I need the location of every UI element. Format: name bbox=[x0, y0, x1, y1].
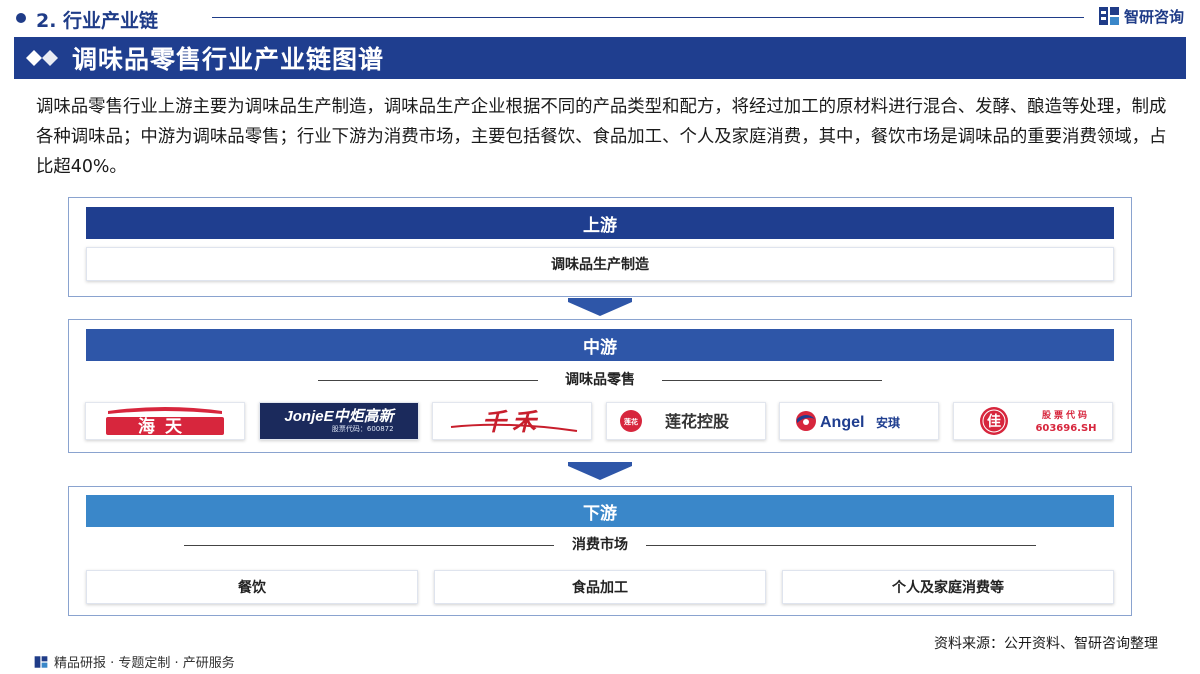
logo-angel: Angel 安琪 bbox=[779, 402, 939, 440]
downstream-panel: 下游 消费市场 餐饮 食品加工 个人及家庭消费等 bbox=[68, 486, 1132, 616]
logo-jialong-seal: 佳 bbox=[987, 413, 1001, 430]
downstream-sub-label: 消费市场 bbox=[86, 535, 1114, 555]
angel-logo-icon: Angel 安琪 bbox=[796, 411, 900, 431]
logo-haitian-text: 海天 bbox=[138, 416, 192, 437]
logo-qianhe: 千禾 bbox=[432, 402, 592, 440]
header-rule bbox=[212, 17, 1084, 18]
haitian-logo-icon: 海天 bbox=[106, 407, 224, 437]
source-note: 资料来源：公开资料、智研咨询整理 bbox=[934, 636, 1158, 652]
midstream-sub-label-text: 调味品零售 bbox=[565, 372, 635, 388]
brand-mark-icon bbox=[1098, 7, 1119, 25]
brand-mark-icon bbox=[34, 655, 48, 668]
logo-jialong-code: 603696.SH bbox=[1035, 423, 1096, 434]
logo-jialong: 佳 股票代码 603696.SH bbox=[953, 402, 1113, 440]
logo-haitian: 海天 bbox=[85, 402, 245, 440]
downstream-item: 个人及家庭消费等 bbox=[782, 570, 1114, 604]
logo-jonjee-code: 股票代码：600872 bbox=[331, 425, 394, 433]
downstream-item: 食品加工 bbox=[434, 570, 766, 604]
logo-lianhua: 莲花 莲花控股 bbox=[606, 402, 766, 440]
section-title: 2. 行业产业链 bbox=[36, 10, 159, 32]
downstream-header: 下游 bbox=[86, 495, 1114, 527]
diamond-icon bbox=[26, 50, 58, 66]
bullet-dot-icon bbox=[16, 13, 26, 23]
downstream-item: 餐饮 bbox=[86, 570, 418, 604]
top-bar: 2. 行业产业链 智研咨询 bbox=[0, 0, 1200, 36]
down-arrow-icon bbox=[568, 298, 632, 316]
logo-angel-cn: 安琪 bbox=[876, 415, 900, 430]
logo-jialong-text: 股票代码 bbox=[1042, 409, 1090, 421]
logo-jonjee-text: JonjeE中炬高新 bbox=[284, 408, 394, 425]
logo-jonjee: JonjeE中炬高新 股票代码：600872 bbox=[259, 402, 419, 440]
downstream-sub-label-text: 消费市场 bbox=[572, 537, 628, 553]
down-arrow-icon bbox=[568, 462, 632, 480]
midstream-header: 中游 bbox=[86, 329, 1114, 361]
logo-qianhe-text: 千禾 bbox=[482, 407, 542, 436]
footer-tagline-text: 精品研报 · 专题定制 · 产研服务 bbox=[54, 656, 235, 671]
title-banner: 调味品零售行业产业链图谱 bbox=[14, 37, 1186, 79]
upstream-panel: 上游 调味品生产制造 bbox=[68, 197, 1132, 297]
lianhua-logo-icon: 莲花 莲花控股 bbox=[620, 410, 730, 432]
midstream-sub-label: 调味品零售 bbox=[86, 370, 1114, 390]
footer-tagline: 精品研报 · 专题定制 · 产研服务 bbox=[34, 652, 235, 671]
logo-lianhua-seal: 莲花 bbox=[624, 417, 638, 426]
brand-name: 智研咨询 bbox=[1123, 7, 1184, 26]
logo-angel-text: Angel bbox=[820, 414, 864, 431]
brand-logo: 智研咨询 bbox=[1098, 5, 1184, 27]
intro-paragraph: 调味品零售行业上游主要为调味品生产制造，调味品生产企业根据不同的产品类型和配方，… bbox=[36, 97, 1167, 177]
page-title: 调味品零售行业产业链图谱 bbox=[72, 45, 385, 74]
logo-lianhua-text: 莲花控股 bbox=[665, 412, 730, 431]
midstream-panel: 中游 调味品零售 海天 JonjeE中炬高新 股票代码：600872 千禾 莲花… bbox=[68, 319, 1132, 453]
jialong-logo-icon: 佳 股票代码 603696.SH bbox=[980, 407, 1097, 435]
upstream-header: 上游 bbox=[86, 207, 1114, 239]
upstream-item: 调味品生产制造 bbox=[86, 247, 1114, 281]
qianhe-logo-icon: 千禾 bbox=[450, 407, 578, 436]
